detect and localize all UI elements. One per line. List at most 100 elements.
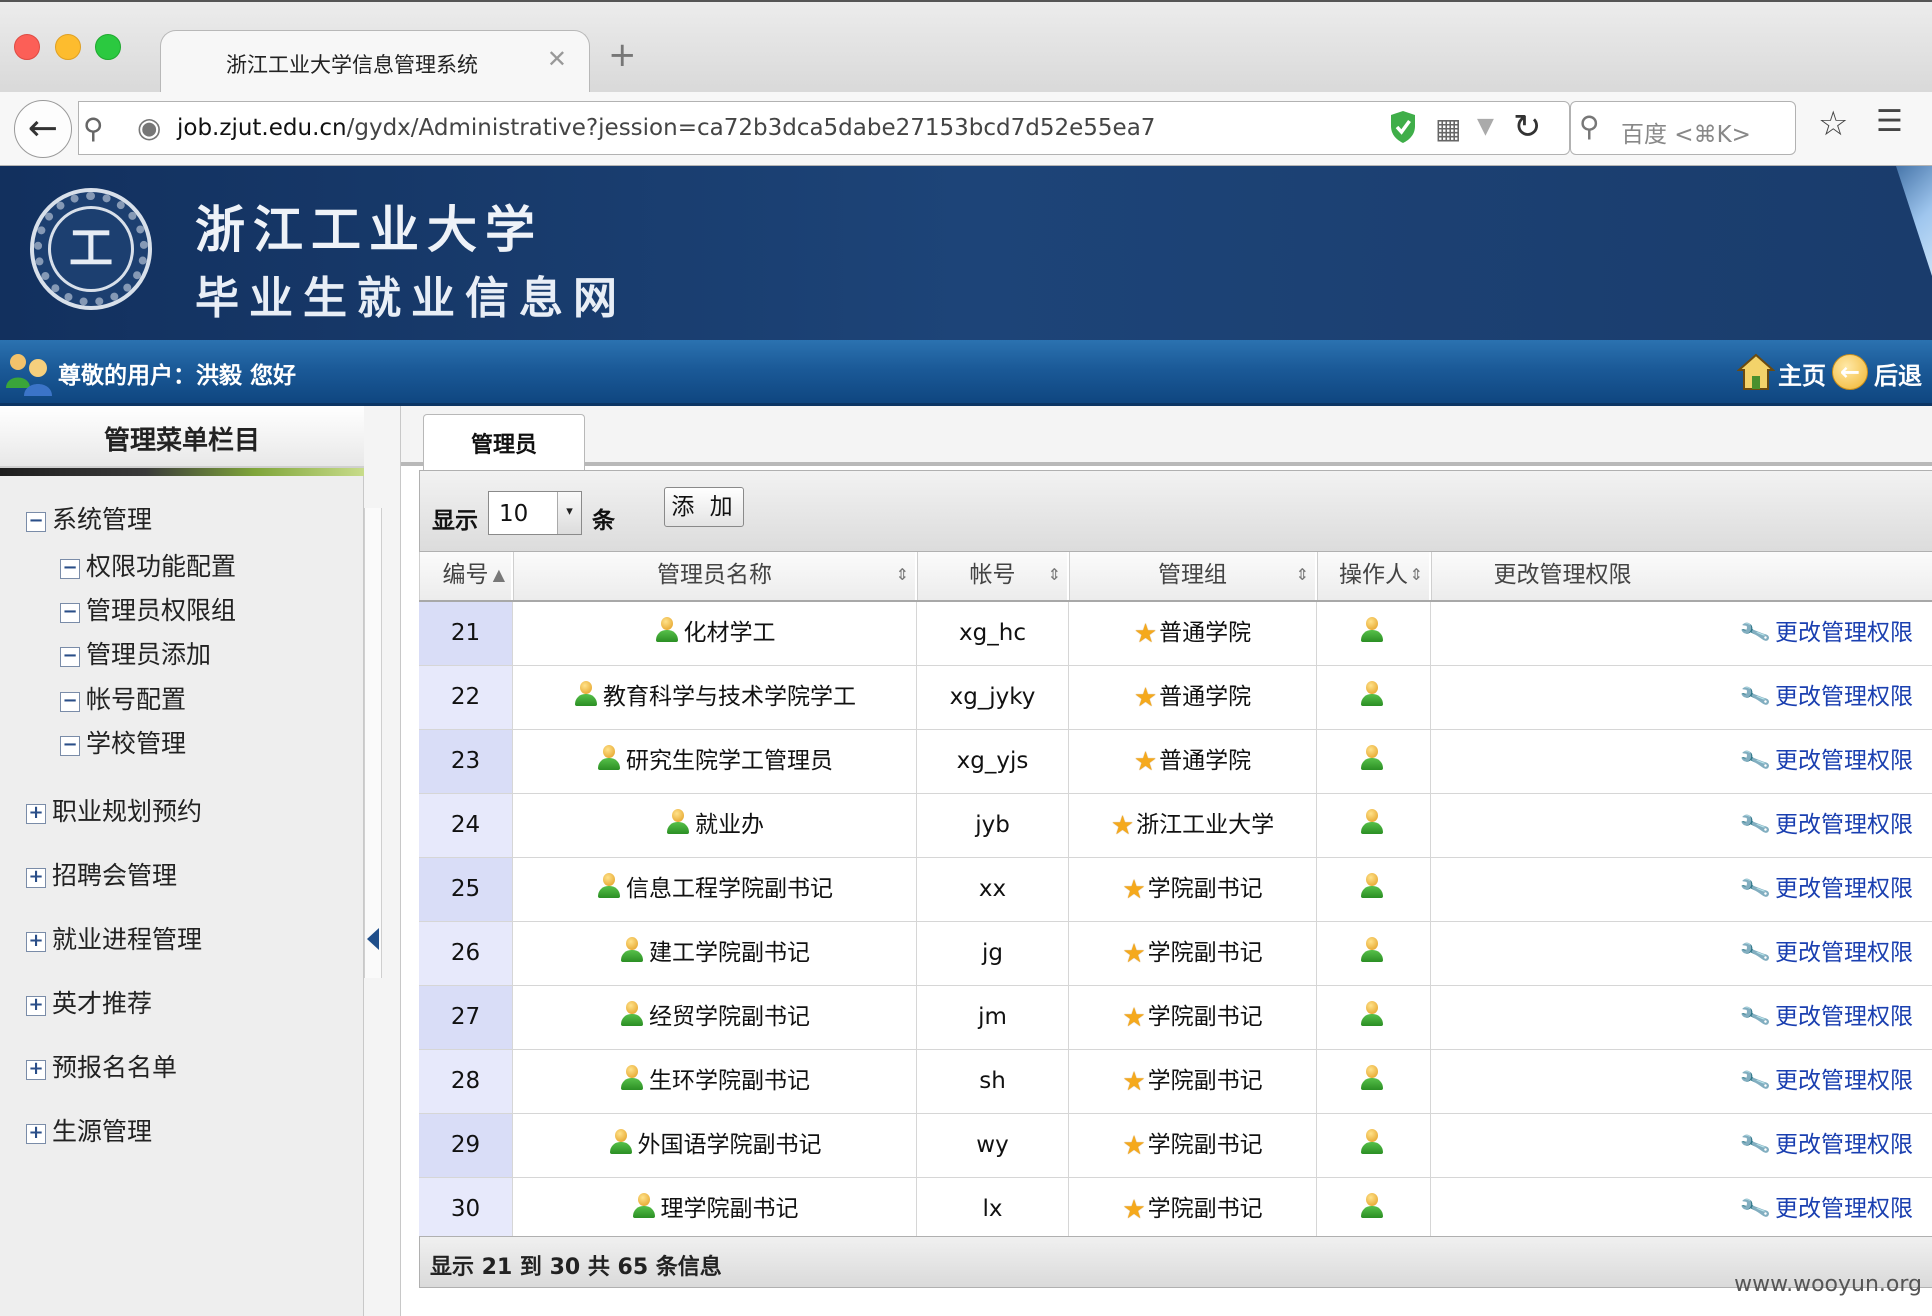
browser-tab[interactable]: 浙江工业大学信息管理系统 ✕ (160, 30, 590, 96)
operator-user-icon[interactable] (1359, 617, 1385, 643)
operator-user-icon[interactable] (1359, 873, 1385, 899)
chevron-down-icon[interactable]: ▾ (557, 492, 581, 534)
home-icon[interactable] (1737, 352, 1775, 392)
expand-icon[interactable]: + (26, 996, 46, 1016)
menu-item-admin-add[interactable]: − 管理员添加 (60, 635, 211, 671)
menu-group-talent-recommend[interactable]: + 英才推荐 (26, 984, 152, 1020)
operator-user-icon[interactable] (1359, 745, 1385, 771)
new-tab-button[interactable]: + (608, 38, 637, 72)
operator-user-icon[interactable] (1359, 1193, 1385, 1219)
change-permission-link[interactable]: 更改管理权限 (1775, 748, 1913, 774)
table-row[interactable]: 21 化材学工 xg_hc ★普通学院 🔧 更改管理权限 (419, 602, 1932, 666)
search-input[interactable]: ⚲ 百度 <⌘K> (1570, 101, 1796, 155)
expand-icon[interactable]: + (26, 1060, 46, 1080)
change-permission-link[interactable]: 更改管理权限 (1775, 1068, 1913, 1094)
change-permission-link[interactable]: 更改管理权限 (1775, 684, 1913, 710)
operator-user-icon[interactable] (1359, 937, 1385, 963)
cell-account: jm (917, 986, 1069, 1049)
menu-item-school-manage[interactable]: − 学校管理 (60, 724, 186, 760)
operator-user-icon[interactable] (1359, 1065, 1385, 1091)
qr-code-icon[interactable]: ▦ (1435, 112, 1461, 145)
menu-group-career-booking[interactable]: + 职业规划预约 (26, 792, 202, 828)
menu-group-employment-progress[interactable]: + 就业进程管理 (26, 920, 202, 956)
menu-group-label: 就业进程管理 (52, 925, 203, 954)
column-header-id[interactable]: 编号 ▲ (419, 552, 513, 600)
table-row[interactable]: 28 生环学院副书记 sh ★学院副书记 🔧 更改管理权限 (419, 1050, 1932, 1114)
sort-icon[interactable]: ⇕ (1048, 552, 1061, 598)
table-row[interactable]: 29 外国语学院副书记 wy ★学院副书记 🔧 更改管理权限 (419, 1114, 1932, 1178)
menu-group-label: 英才推荐 (52, 989, 153, 1018)
chevron-down-icon[interactable]: ▼ (1477, 114, 1494, 139)
expand-icon[interactable]: + (26, 868, 46, 888)
sort-icon[interactable]: ⇕ (1410, 552, 1423, 598)
expand-icon[interactable]: + (26, 1124, 46, 1144)
change-permission-link[interactable]: 更改管理权限 (1775, 940, 1913, 966)
operator-user-icon[interactable] (1359, 681, 1385, 707)
sort-icon[interactable]: ⇕ (896, 552, 909, 598)
browser-back-button[interactable]: ← (14, 100, 72, 158)
site-subtitle: 毕业生就业信息网 (195, 273, 627, 324)
sidebar-collapse-handle[interactable] (364, 508, 382, 978)
search-icon: ⚲ (1579, 110, 1600, 143)
change-permission-link[interactable]: 更改管理权限 (1775, 1004, 1913, 1030)
table-row[interactable]: 26 建工学院副书记 jg ★学院副书记 🔧 更改管理权限 (419, 922, 1932, 986)
tab-admins[interactable]: 管理员 (423, 414, 585, 470)
id-text: 30 (450, 1196, 481, 1222)
table-row[interactable]: 25 信息工程学院副书记 xx ★学院副书记 🔧 更改管理权限 (419, 858, 1932, 922)
column-header-account[interactable]: 帐号 ⇕ (917, 552, 1069, 600)
change-permission-link[interactable]: 更改管理权限 (1775, 1132, 1913, 1158)
minimize-window-button[interactable] (55, 34, 81, 60)
zoom-window-button[interactable] (95, 34, 121, 60)
close-window-button[interactable] (14, 34, 40, 60)
address-bar[interactable]: ⚲ ◉ job.zjut.edu.cn/gydx/Administrative?… (78, 101, 1570, 155)
table-row[interactable]: 22 教育科学与技术学院学工 xg_jyky ★普通学院 🔧 更改管理权限 (419, 666, 1932, 730)
column-header-operator[interactable]: 操作人 ⇕ (1317, 552, 1431, 600)
tab-close-icon[interactable]: ✕ (547, 45, 567, 73)
user-icon (619, 937, 645, 963)
column-header-group[interactable]: 管理组 ⇕ (1069, 552, 1317, 600)
menu-item-permission-config[interactable]: − 权限功能配置 (60, 547, 236, 583)
column-label: 更改管理权限 (1493, 562, 1632, 588)
menu-group-student-source[interactable]: + 生源管理 (26, 1112, 152, 1148)
home-link[interactable]: 主页 (1778, 356, 1826, 391)
cell-name: 生环学院副书记 (513, 1050, 917, 1113)
key-icon[interactable]: ⚲ (83, 112, 104, 145)
reading-list-icon[interactable]: ☰ (1876, 104, 1903, 139)
change-permission-link[interactable]: 更改管理权限 (1775, 812, 1913, 838)
back-link[interactable]: 后退 (1874, 356, 1922, 391)
menu-item-admin-group[interactable]: − 管理员权限组 (60, 591, 236, 627)
menu-group-preregistration[interactable]: + 预报名名单 (26, 1048, 177, 1084)
expand-icon[interactable]: + (26, 932, 46, 952)
page-size-select[interactable]: 10 ▾ (488, 491, 582, 535)
account-text: xg_yjs (956, 748, 1029, 774)
shield-icon[interactable] (1389, 110, 1417, 144)
menu-item-account-config[interactable]: − 帐号配置 (60, 680, 186, 716)
operator-user-icon[interactable] (1359, 1129, 1385, 1155)
collapse-icon[interactable]: − (26, 512, 46, 532)
table-row[interactable]: 27 经贸学院副书记 jm ★学院副书记 🔧 更改管理权限 (419, 986, 1932, 1050)
group-text: 浙江工业大学 (1136, 812, 1275, 838)
cell-group: ★浙江工业大学 (1069, 794, 1317, 857)
column-header-name[interactable]: 管理员名称 ⇕ (513, 552, 917, 600)
menu-group-job-fair[interactable]: + 招聘会管理 (26, 856, 177, 892)
leaf-icon: − (60, 647, 80, 667)
back-arrow-icon[interactable]: ← (1832, 354, 1868, 390)
id-text: 23 (450, 748, 481, 774)
change-permission-link[interactable]: 更改管理权限 (1775, 1196, 1913, 1222)
change-permission-link[interactable]: 更改管理权限 (1775, 876, 1913, 902)
menu-group-system[interactable]: − 系统管理 (26, 500, 152, 536)
add-button[interactable]: 添 加 (664, 487, 744, 527)
operator-user-icon[interactable] (1359, 1001, 1385, 1027)
table-row[interactable]: 24 就业办 jyb ★浙江工业大学 🔧 更改管理权限 (419, 794, 1932, 858)
collapse-arrow-icon[interactable] (367, 928, 379, 950)
table-row[interactable]: 30 理学院副书记 lx ★学院副书记 🔧 更改管理权限 (419, 1178, 1932, 1242)
url-text[interactable]: job.zjut.edu.cn/gydx/Administrative?jess… (177, 115, 1155, 141)
reload-icon[interactable]: ↻ (1513, 107, 1542, 147)
sort-ascending-icon[interactable]: ▲ (493, 552, 505, 598)
expand-icon[interactable]: + (26, 804, 46, 824)
operator-user-icon[interactable] (1359, 809, 1385, 835)
change-permission-link[interactable]: 更改管理权限 (1775, 620, 1913, 646)
sort-icon[interactable]: ⇕ (1296, 552, 1309, 598)
table-row[interactable]: 23 研究生院学工管理员 xg_yjs ★普通学院 🔧 更改管理权限 (419, 730, 1932, 794)
bookmark-star-icon[interactable]: ☆ (1818, 104, 1848, 144)
